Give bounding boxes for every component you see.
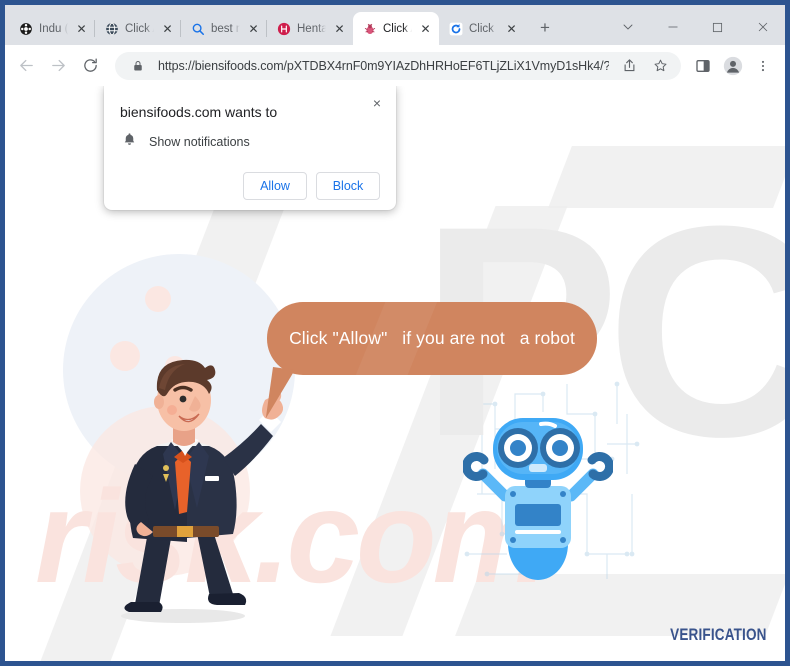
address-bar[interactable]: https://biensifoods.com/pXTDBX4rnF0m9YIA… [115, 51, 681, 80]
reload-icon[interactable] [75, 51, 105, 81]
bug-icon [362, 21, 377, 36]
tab-search-chevron-down-icon[interactable] [605, 12, 650, 42]
verification-label: VERIFICATION [670, 626, 767, 644]
browser-tab-3[interactable]: best n ✕ [181, 12, 267, 45]
page-viewport: risk.com PC Click "Allow" if you are not… [5, 86, 785, 661]
three-dot-menu-icon[interactable] [749, 52, 777, 80]
tab-close-icon[interactable]: ✕ [246, 21, 261, 36]
share-icon[interactable] [618, 55, 640, 77]
tab-title: Click [469, 22, 494, 35]
new-tab-button[interactable]: + [532, 15, 558, 41]
url-text: https://biensifoods.com/pXTDBX4rnF0m9YIA… [158, 58, 609, 73]
bell-icon [122, 131, 137, 152]
man-illustration [121, 359, 283, 623]
tab-close-icon[interactable]: ✕ [332, 21, 347, 36]
block-button[interactable]: Block [316, 172, 380, 200]
tab-title: Indu ( [39, 22, 68, 35]
speech-bubble: Click "Allow" if you are not a robot [267, 302, 597, 375]
browser-toolbar: https://biensifoods.com/pXTDBX4rnF0m9YIA… [5, 45, 785, 86]
film-reel-icon [18, 21, 33, 36]
watermark-dot-2 [145, 286, 171, 312]
browser-tab-1[interactable]: Indu ( ✕ [9, 12, 95, 45]
allow-button[interactable]: Allow [243, 172, 307, 200]
forward-arrow-icon[interactable] [43, 51, 73, 81]
tab-strip: Indu ( ✕ Click A ✕ best n ✕ Henta ✕ [5, 5, 785, 45]
tab-title: Click A [125, 22, 154, 35]
minimize-button[interactable] [650, 12, 695, 42]
browser-tab-5-active[interactable]: Click A ✕ [353, 12, 439, 45]
robot-illustration [463, 418, 613, 580]
browser-window: Indu ( ✕ Click A ✕ best n ✕ Henta ✕ [0, 0, 790, 666]
browser-tab-2[interactable]: Click A ✕ [95, 12, 181, 45]
refresh-blue-icon [448, 21, 463, 36]
permission-actions: Allow Block [120, 172, 380, 200]
permission-label: Show notifications [149, 134, 250, 149]
browser-tab-4[interactable]: Henta ✕ [267, 12, 353, 45]
notification-permission-dialog: × biensifoods.com wants to Show notifica… [104, 86, 396, 210]
star-icon[interactable] [649, 55, 671, 77]
permission-row: Show notifications [120, 131, 380, 152]
tab-title: Click A [383, 22, 412, 35]
lock-icon [127, 55, 149, 77]
profile-avatar[interactable] [719, 52, 747, 80]
side-panel-icon[interactable] [689, 52, 717, 80]
speech-bubble-text: Click "Allow" if you are not a robot [289, 328, 575, 348]
h-circle-icon [276, 21, 291, 36]
maximize-button[interactable] [695, 12, 740, 42]
window-controls [605, 12, 785, 45]
browser-tab-6[interactable]: Click ✕ [439, 12, 525, 45]
close-icon[interactable]: × [366, 92, 388, 114]
close-button[interactable] [740, 12, 785, 42]
tab-title: best n [211, 22, 240, 35]
tab-close-icon[interactable]: ✕ [418, 21, 433, 36]
back-arrow-icon[interactable] [11, 51, 41, 81]
globe-icon [104, 21, 119, 36]
permission-dialog-title: biensifoods.com wants to [120, 104, 278, 120]
tab-close-icon[interactable]: ✕ [74, 21, 89, 36]
tab-close-icon[interactable]: ✕ [160, 21, 175, 36]
tab-close-icon[interactable]: ✕ [504, 21, 519, 36]
search-icon [190, 21, 205, 36]
tab-title: Henta [297, 22, 326, 35]
